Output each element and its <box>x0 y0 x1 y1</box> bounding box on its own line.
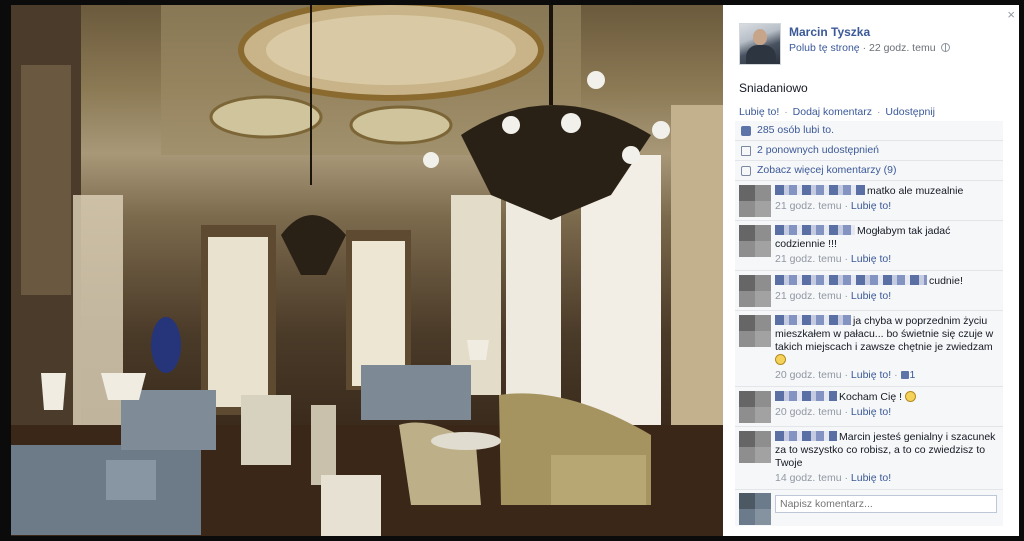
commenter-avatar[interactable] <box>739 185 771 217</box>
action-separator: · <box>784 106 788 118</box>
meta-separator: · <box>844 290 848 302</box>
likes-count[interactable]: 285 osób lubi to. <box>757 124 834 136</box>
comment-like-link[interactable]: Lubię to! <box>851 472 891 484</box>
comment-text: Kocham Cię ! <box>839 391 903 403</box>
comment-like-link[interactable]: Lubię to! <box>851 369 891 381</box>
shares-summary: 2 ponownych udostępnień <box>735 141 1003 161</box>
comment-like-link[interactable]: Lubię to! <box>851 406 891 418</box>
commenter-name-blurred[interactable] <box>775 431 837 441</box>
comment-item: ja chyba w poprzednim życiu mieszkałem w… <box>735 311 1003 387</box>
commenter-name-blurred[interactable] <box>775 315 851 325</box>
commenter-name-blurred[interactable] <box>775 225 855 235</box>
globe-icon <box>941 43 951 52</box>
comment-input[interactable] <box>775 495 997 513</box>
comment-text: cudnie! <box>929 275 963 287</box>
comment-meta: 21 godz. temu · Lubię to! <box>775 290 997 303</box>
comment-like-count[interactable]: 1 <box>910 369 916 381</box>
comment-meta: 20 godz. temu · Lubię to! <box>775 406 997 419</box>
like-link[interactable]: Lubię to! <box>739 106 779 118</box>
likes-summary: 285 osób lubi to. <box>735 121 1003 141</box>
meta-separator: · <box>844 369 848 381</box>
more-comments-link[interactable]: Zobacz więcej komentarzy (9) <box>757 164 896 176</box>
author-name[interactable]: Marcin Tyszka <box>789 25 870 39</box>
close-icon[interactable]: × <box>1007 8 1015 21</box>
post-actions: Lubię to! · Dodaj komentarz · Udostępnij <box>739 106 935 118</box>
meta-separator: · <box>844 406 848 418</box>
commenter-name-blurred[interactable] <box>775 391 837 401</box>
comment-like-link[interactable]: Lubię to! <box>851 253 891 265</box>
comment-item: Mogłabym tak jadać codziennie !!! 21 god… <box>735 221 1003 271</box>
post-sidebar: × Marcin Tyszka Polub tę stronę · 22 god… <box>723 5 1019 536</box>
comment-item: cudnie! 21 godz. temu · Lubię to! <box>735 271 1003 311</box>
smiley-icon <box>904 391 916 402</box>
post-time[interactable]: 22 godz. temu <box>869 42 936 54</box>
share-icon <box>741 146 751 156</box>
author-avatar[interactable] <box>739 23 781 65</box>
comment-like-link[interactable]: Lubię to! <box>851 200 891 212</box>
meta-separator: · <box>844 472 848 484</box>
comment-meta: 21 godz. temu · Lubię to! <box>775 200 997 213</box>
commenter-avatar[interactable] <box>739 431 771 463</box>
comment-link[interactable]: Dodaj komentarz <box>793 106 872 118</box>
comment-text: matko ale muzealnie <box>867 185 964 197</box>
comment-item: matko ale muzealnie 21 godz. temu · Lubi… <box>735 181 1003 221</box>
smiley-icon <box>775 354 786 365</box>
commenter-avatar[interactable] <box>739 225 771 257</box>
comment-meta: 14 godz. temu · Lubię to! <box>775 472 997 485</box>
comment-item: Kocham Cię ! 20 godz. temu · Lubię to! <box>735 387 1003 427</box>
post-text: Sniadaniowo <box>739 81 808 95</box>
post-header: Marcin Tyszka Polub tę stronę · 22 godz.… <box>739 23 1009 67</box>
comment-item: Marcin jesteś genialny i szacunek za to … <box>735 427 1003 490</box>
comment-time[interactable]: 21 godz. temu <box>775 200 842 212</box>
shares-count[interactable]: 2 ponownych udostępnień <box>757 144 879 156</box>
post-meta: Polub tę stronę · 22 godz. temu <box>789 42 951 54</box>
meta-separator: · <box>894 369 898 381</box>
comment-like-link[interactable]: Lubię to! <box>851 290 891 302</box>
meta-separator: · <box>844 253 848 265</box>
like-thumb-icon <box>741 126 751 136</box>
meta-separator: · <box>862 42 867 54</box>
comment-time[interactable]: 21 godz. temu <box>775 290 842 302</box>
feedback-box: 285 osób lubi to. 2 ponownych udostępnie… <box>735 121 1003 526</box>
comment-time[interactable]: 14 godz. temu <box>775 472 842 484</box>
commenter-name-blurred[interactable] <box>775 275 927 285</box>
palace-interior-photo <box>11 5 723 536</box>
more-comments-row: Zobacz więcej komentarzy (9) <box>735 161 1003 181</box>
viewer-avatar[interactable] <box>739 493 771 525</box>
comment-time[interactable]: 21 godz. temu <box>775 253 842 265</box>
commenter-avatar[interactable] <box>739 391 771 423</box>
commenter-avatar[interactable] <box>739 315 771 347</box>
comment-meta: 20 godz. temu · Lubię to! · 1 <box>775 369 997 382</box>
comment-meta: 21 godz. temu · Lubię to! <box>775 253 997 266</box>
meta-separator: · <box>844 200 848 212</box>
commenter-avatar[interactable] <box>739 275 771 307</box>
comment-icon <box>741 166 751 176</box>
post-photo[interactable] <box>11 5 723 536</box>
like-thumb-icon <box>900 371 909 379</box>
comment-time[interactable]: 20 godz. temu <box>775 369 842 381</box>
comment-time[interactable]: 20 godz. temu <box>775 406 842 418</box>
write-comment-row <box>735 490 1003 526</box>
commenter-name-blurred[interactable] <box>775 185 865 195</box>
action-separator: · <box>876 106 881 118</box>
like-page-link[interactable]: Polub tę stronę <box>789 42 860 54</box>
share-link[interactable]: Udostępnij <box>885 106 935 118</box>
